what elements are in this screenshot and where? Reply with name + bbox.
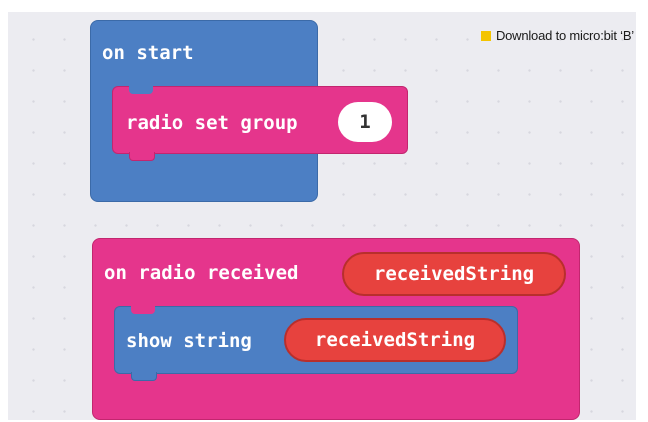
on-start-label: on start <box>102 42 194 64</box>
group-number-input[interactable]: 1 <box>338 102 392 142</box>
received-string-argument[interactable]: receivedString <box>284 318 506 362</box>
radio-set-group-label: radio set group <box>126 112 298 134</box>
block-tab-icon <box>131 372 157 381</box>
show-string-label: show string <box>126 330 252 352</box>
block-notch-icon <box>129 86 153 94</box>
block-tab-icon <box>129 152 155 161</box>
received-string-parameter[interactable]: receivedString <box>342 252 566 296</box>
caption-marker-icon <box>480 30 491 41</box>
download-caption: Download to micro:bit ‘B’ <box>480 28 634 43</box>
block-notch-icon <box>131 306 155 314</box>
caption-text: Download to micro:bit ‘B’ <box>495 28 634 43</box>
on-radio-received-label: on radio received <box>104 262 299 284</box>
